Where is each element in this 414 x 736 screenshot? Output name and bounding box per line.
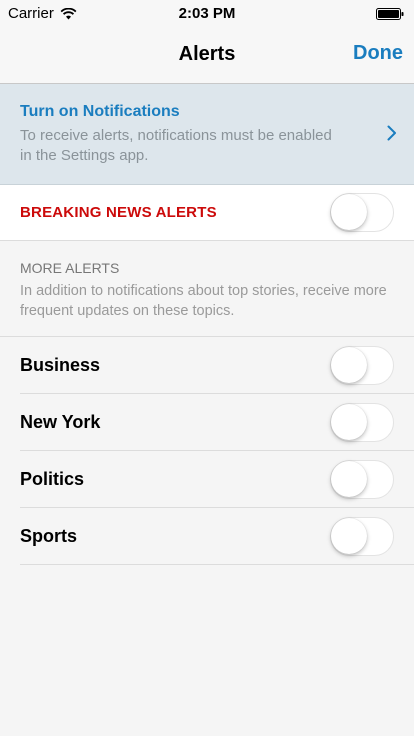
turn-on-notifications-banner[interactable]: Turn on Notifications To receive alerts,… [0,84,414,185]
topic-row-sports: Sports [0,508,414,565]
navigation-bar: Alerts Done [0,28,414,84]
toggle-knob [331,404,367,440]
battery-full-icon [376,8,404,20]
politics-toggle[interactable] [330,460,394,499]
notifications-banner-description: To receive alerts, notifications must be… [20,127,332,164]
topic-row-business: Business [0,337,414,394]
toggle-knob [331,461,367,497]
business-toggle[interactable] [330,346,394,385]
status-time: 2:03 PM [178,5,236,22]
chevron-right-icon [387,125,396,141]
sports-toggle[interactable] [330,517,394,556]
topic-label-sports: Sports [20,526,78,546]
topic-label-business: Business [20,355,101,375]
status-bar: Carrier 2:03 PM [0,0,414,28]
toggle-knob [331,518,367,554]
new-york-toggle[interactable] [330,403,394,442]
toggle-knob [331,347,367,383]
breaking-news-alerts-toggle[interactable] [330,193,394,232]
row-divider [20,564,414,565]
breaking-news-alerts-row: BREAKING NEWS ALERTS [0,185,414,241]
more-alerts-heading: MORE ALERTS [20,260,120,276]
topic-label-politics: Politics [20,469,85,489]
breaking-news-alerts-label: BREAKING NEWS ALERTS [20,204,217,221]
toggle-knob [331,194,367,230]
topic-row-politics: Politics [0,451,414,508]
topic-label-new-york: New York [20,412,101,432]
done-button[interactable]: Done [353,42,403,65]
page-title: Alerts [178,43,236,65]
more-alerts-description: In addition to notifications about top s… [20,283,387,319]
notifications-banner-title: Turn on Notifications [20,103,180,120]
more-alerts-section: MORE ALERTS In addition to notifications… [0,241,414,337]
topic-row-new-york: New York [0,394,414,451]
